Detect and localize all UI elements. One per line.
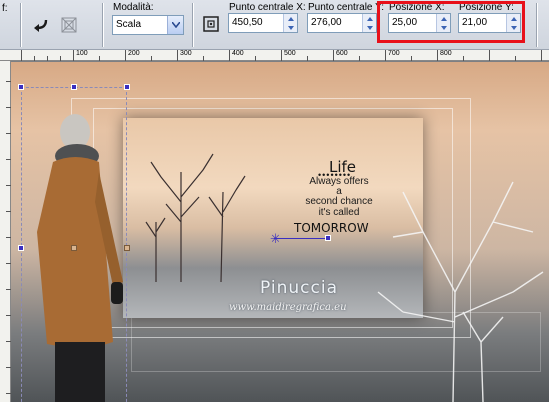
ruler-label: 700 — [388, 50, 400, 57]
ruler-label: 300 — [180, 50, 192, 57]
ruler-tick — [60, 56, 61, 61]
return-arrow-icon[interactable] — [30, 14, 52, 36]
ruler-tick — [151, 56, 152, 61]
mode-select-value: Scala — [116, 19, 142, 30]
toolbar-separator — [192, 3, 193, 47]
ruler-label: 100 — [76, 50, 88, 57]
ruler-tick — [73, 50, 74, 61]
center-handle[interactable] — [71, 245, 77, 251]
center-y-label: Punto centrale Y: — [308, 2, 384, 13]
spin-down-icon[interactable] — [287, 25, 294, 30]
resize-handle[interactable] — [18, 245, 24, 251]
signature-text: Pinuccia — [260, 278, 338, 298]
mode-select[interactable]: Scala — [112, 15, 184, 35]
ruler-tick — [385, 50, 386, 61]
ruler-tick — [489, 50, 490, 61]
ruler-tick — [359, 56, 360, 61]
resize-handle[interactable] — [124, 245, 130, 251]
center-x-spinner[interactable] — [283, 14, 297, 32]
ruler-tick — [177, 50, 178, 61]
rotation-handle[interactable] — [325, 235, 331, 241]
ruler-tick — [463, 56, 464, 61]
ruler-tick — [255, 56, 256, 61]
rotation-pivot-icon[interactable]: ✳ — [270, 232, 281, 245]
truncated-label: f: — [2, 3, 8, 14]
resize-handle[interactable] — [71, 84, 77, 90]
spin-up-icon[interactable] — [287, 16, 294, 21]
ruler-tick — [21, 50, 22, 61]
tomorrow-text: TOMORROW — [294, 221, 369, 235]
highlight-box — [377, 1, 525, 43]
ruler-label: 200 — [128, 50, 140, 57]
center-y-spinner[interactable] — [362, 14, 376, 32]
ruler-tick — [281, 50, 282, 61]
center-point-icon[interactable] — [200, 13, 222, 35]
winter-trees-image — [145, 153, 246, 282]
pick-tool-icon[interactable] — [58, 14, 80, 36]
ruler-tick — [541, 50, 542, 61]
ruler-tick — [229, 50, 230, 61]
ruler-tick — [411, 56, 412, 61]
ruler-tick — [47, 56, 48, 61]
vertical-ruler[interactable] — [0, 61, 11, 402]
ruler-tick — [515, 56, 516, 61]
resize-handle[interactable] — [124, 84, 130, 90]
toolbar-separator — [20, 3, 21, 47]
spin-down-icon[interactable] — [366, 25, 373, 30]
horizontal-ruler[interactable]: 100 200 300 400 500 600 700 800 — [0, 50, 549, 61]
center-y-field[interactable]: 276,00 — [307, 13, 377, 33]
center-x-field[interactable]: 450,50 — [228, 13, 298, 33]
spin-up-icon[interactable] — [366, 16, 373, 21]
image-canvas[interactable]: Life •••••••• Always offers a second cha… — [11, 62, 549, 402]
ruler-tick — [203, 56, 204, 61]
center-x-value: 450,50 — [232, 17, 263, 28]
chevron-down-icon[interactable] — [167, 16, 183, 34]
ruler-label: 600 — [336, 50, 348, 57]
ruler-tick — [125, 50, 126, 61]
ruler-tick — [99, 56, 100, 61]
ruler-label: 400 — [232, 50, 244, 57]
ruler-tick — [34, 56, 35, 61]
toolbar: f: Modalità: Scala Punto centrale X: 450… — [0, 0, 549, 50]
center-y-value: 276,00 — [311, 17, 342, 28]
ruler-label: 500 — [284, 50, 296, 57]
bare-tree-image — [377, 181, 544, 402]
toolbar-separator — [102, 3, 103, 47]
center-x-label: Punto centrale X: — [229, 2, 306, 13]
toolbar-separator — [536, 3, 537, 47]
mode-label: Modalità: — [113, 2, 154, 13]
ruler-label: 800 — [440, 50, 452, 57]
ruler-tick — [307, 56, 308, 61]
ruler-tick — [437, 50, 438, 61]
ruler-tick — [333, 50, 334, 61]
resize-handle[interactable] — [18, 84, 24, 90]
rotation-bar — [274, 238, 329, 239]
website-text: www.maidiregrafica.eu — [229, 302, 347, 313]
workspace: 100 200 300 400 500 600 700 800 Life •••… — [0, 50, 549, 402]
